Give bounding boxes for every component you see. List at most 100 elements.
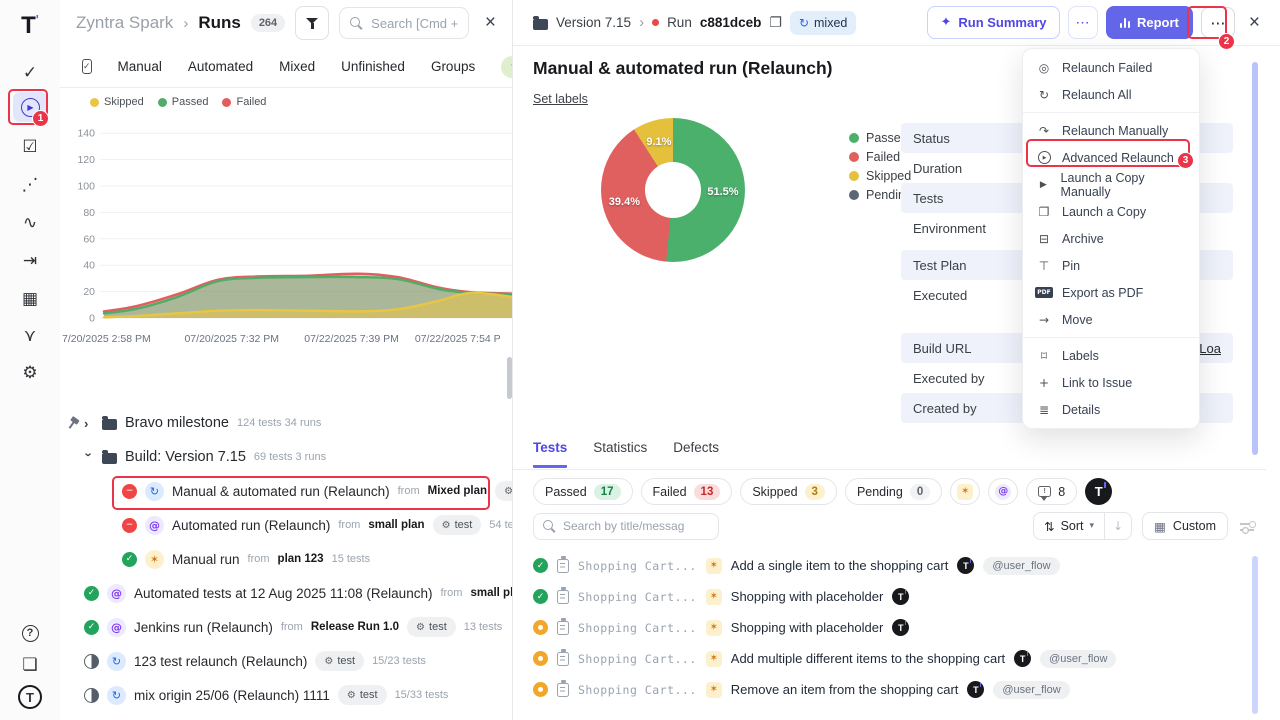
tab-unfinished[interactable]: Unfinished xyxy=(341,59,405,74)
breadcrumb-separator: › xyxy=(183,15,188,32)
test-row[interactable]: ✓ Shopping Cart... ✶ Shopping with place… xyxy=(533,581,1254,612)
pulse-icon[interactable]: ∿ xyxy=(13,208,47,238)
settings-gear-icon[interactable]: ⚙ xyxy=(13,358,47,388)
runs-search[interactable] xyxy=(339,7,469,39)
tree-folder-build[interactable]: › Build: Version 7.15 69 tests 3 runs xyxy=(60,440,512,474)
chevron-down-icon[interactable]: › xyxy=(82,452,97,462)
report-button[interactable]: Report xyxy=(1106,6,1193,39)
adjustments-icon[interactable] xyxy=(1240,520,1254,532)
tree-folder-bravo[interactable]: › Bravo milestone 124 tests 34 runs xyxy=(60,406,512,440)
tab-statistics[interactable]: Statistics xyxy=(593,440,647,468)
run-summary-button[interactable]: ✦Run Summary xyxy=(927,6,1059,39)
tab-defects[interactable]: Defects xyxy=(673,440,719,468)
assignee-avatar: T xyxy=(967,681,984,698)
steps-icon[interactable]: ⋰ xyxy=(13,170,47,200)
tests-search-input[interactable] xyxy=(563,519,709,533)
tests-scrollbar[interactable] xyxy=(1252,556,1258,714)
chevron-right-icon[interactable]: › xyxy=(84,416,94,431)
tab-automated[interactable]: Automated xyxy=(188,59,253,74)
tab-manual[interactable]: Manual xyxy=(118,59,162,74)
runs-search-input[interactable] xyxy=(371,16,458,31)
sort-direction-button[interactable]: ↓ xyxy=(1105,519,1131,533)
chip-automated-filter[interactable]: @ xyxy=(988,478,1018,505)
breadcrumb-section[interactable]: Runs xyxy=(198,13,241,33)
skipped-status-icon xyxy=(533,682,548,697)
chip-passed[interactable]: Passed17 xyxy=(533,478,633,505)
panel-close-button[interactable]: × xyxy=(479,12,502,34)
menu-item-relaunch-all[interactable]: ↻Relaunch All xyxy=(1023,81,1199,108)
run-summary-more-button[interactable]: ⋯ xyxy=(1068,6,1098,39)
chip-skipped[interactable]: Skipped3 xyxy=(740,478,837,505)
relaunch-failed-icon: ◎ xyxy=(1035,61,1053,75)
tab-tests[interactable]: Tests xyxy=(533,440,567,468)
tab-mixed[interactable]: Mixed xyxy=(279,59,315,74)
brand-badge-icon[interactable]: T xyxy=(13,682,47,712)
set-labels-link[interactable]: Set labels xyxy=(533,92,588,106)
branch-icon[interactable]: ⋎ xyxy=(13,321,47,351)
test-tag[interactable]: @user_flow xyxy=(1040,650,1116,668)
test-row[interactable]: Shopping Cart... ✶ Remove an item from t… xyxy=(533,674,1254,705)
copy-icon[interactable]: ❐ xyxy=(769,15,782,31)
breadcrumb-project[interactable]: Zyntra Spark xyxy=(76,13,173,33)
help-icon[interactable]: ? xyxy=(13,618,47,648)
test-row[interactable]: Shopping Cart... ✶ Shopping with placeho… xyxy=(533,612,1254,643)
tag-chip-test-work[interactable]: test work xyxy=(501,56,512,78)
sort-control: ⇅Sort▾ ↓ xyxy=(1033,512,1132,540)
more-actions-menu: ◎Relaunch Failed ↻Relaunch All ↷Relaunch… xyxy=(1022,48,1200,429)
test-tag[interactable]: @user_flow xyxy=(993,681,1069,699)
detail-scrollbar[interactable] xyxy=(1252,62,1258,455)
tests-search[interactable] xyxy=(533,513,719,540)
menu-item-move[interactable]: →Move xyxy=(1023,306,1199,333)
menu-item-archive[interactable]: ⊟Archive xyxy=(1023,225,1199,252)
detail-close-button[interactable]: × xyxy=(1243,12,1266,34)
header-version[interactable]: Version 7.15 xyxy=(556,15,631,30)
menu-item-pin[interactable]: ⊤Pin xyxy=(1023,252,1199,279)
sort-button[interactable]: ⇅Sort▾ xyxy=(1034,519,1104,534)
sign-in-icon[interactable]: ⇥ xyxy=(13,246,47,276)
chip-failed[interactable]: Failed13 xyxy=(641,478,733,505)
test-label-chip[interactable]: ⚙test xyxy=(407,617,456,637)
analytics-icon[interactable]: ▦ xyxy=(13,284,47,314)
test-tag[interactable]: @user_flow xyxy=(983,557,1059,575)
tree-run-mix-origin[interactable]: ↻ mix origin 25/06 (Relaunch) 1111 ⚙test… xyxy=(60,678,512,712)
tree-run-automated[interactable]: − @ Automated run (Relaunch) from small … xyxy=(60,508,512,542)
projects-folder-icon[interactable]: ❏ xyxy=(13,650,47,680)
in-progress-status-icon xyxy=(84,654,99,669)
filter-button[interactable] xyxy=(295,6,329,40)
menu-item-link-issue[interactable]: +Link to Issue xyxy=(1023,369,1199,396)
select-runs-icon[interactable]: ✓ xyxy=(82,59,92,74)
menu-item-launch-copy-manually[interactable]: ▶Launch a Copy Manually xyxy=(1023,171,1199,198)
test-label-chip[interactable]: ⚙test xyxy=(338,685,387,705)
menu-item-relaunch-failed[interactable]: ◎Relaunch Failed xyxy=(1023,54,1199,81)
annotation-box-selected-run xyxy=(112,476,490,510)
chip-manual-filter[interactable]: ✶ xyxy=(950,478,980,505)
manual-run-icon: ✶ xyxy=(957,484,973,500)
tree-run-manual[interactable]: ✓ ✶ Manual run from plan 123 15 tests xyxy=(60,542,512,576)
annotation-badge-3: 3 xyxy=(1177,152,1194,169)
tab-groups[interactable]: Groups xyxy=(431,59,475,74)
test-row[interactable]: Shopping Cart... ✶ Add multiple differen… xyxy=(533,643,1254,674)
brand-logo[interactable]: T' xyxy=(21,12,39,40)
clipboard-icon xyxy=(557,652,569,666)
tasks-check-icon[interactable]: ✓ xyxy=(13,58,47,88)
test-label-chip[interactable]: ⚙test xyxy=(433,515,482,535)
failed-status-icon: − xyxy=(122,518,137,533)
test-row[interactable]: ✓ Shopping Cart... ✶ Add a single item t… xyxy=(533,550,1254,581)
test-label-chip[interactable]: ⚙test xyxy=(315,651,364,671)
test-label-chip[interactable]: ⚙test xyxy=(495,481,512,501)
user-avatar[interactable]: T xyxy=(1085,478,1112,505)
menu-item-labels[interactable]: ⌑Labels xyxy=(1023,342,1199,369)
results-list-icon[interactable]: ☑ xyxy=(13,132,47,162)
menu-item-launch-copy[interactable]: ❐Launch a Copy xyxy=(1023,198,1199,225)
menu-item-export-pdf[interactable]: PDFExport as PDF xyxy=(1023,279,1199,306)
chip-comments[interactable]: !8 xyxy=(1026,478,1077,505)
custom-columns-button[interactable]: ▦Custom xyxy=(1142,512,1228,540)
tree-run-jenkins[interactable]: ✓ @ Jenkins run (Relaunch) from Release … xyxy=(60,610,512,644)
bar-chart-icon xyxy=(1120,17,1131,28)
tree-run-automated-aug[interactable]: ✓ @ Automated tests at 12 Aug 2025 11:08… xyxy=(60,576,512,610)
launch-copy-manually-icon: ▶ xyxy=(1035,180,1052,190)
chip-pending[interactable]: Pending0 xyxy=(845,478,942,505)
menu-item-details[interactable]: ≣Details xyxy=(1023,396,1199,423)
runs-count-badge: 264 xyxy=(251,14,285,32)
tree-run-123-relaunch[interactable]: ↻ 123 test relaunch (Relaunch) ⚙test 15/… xyxy=(60,644,512,678)
